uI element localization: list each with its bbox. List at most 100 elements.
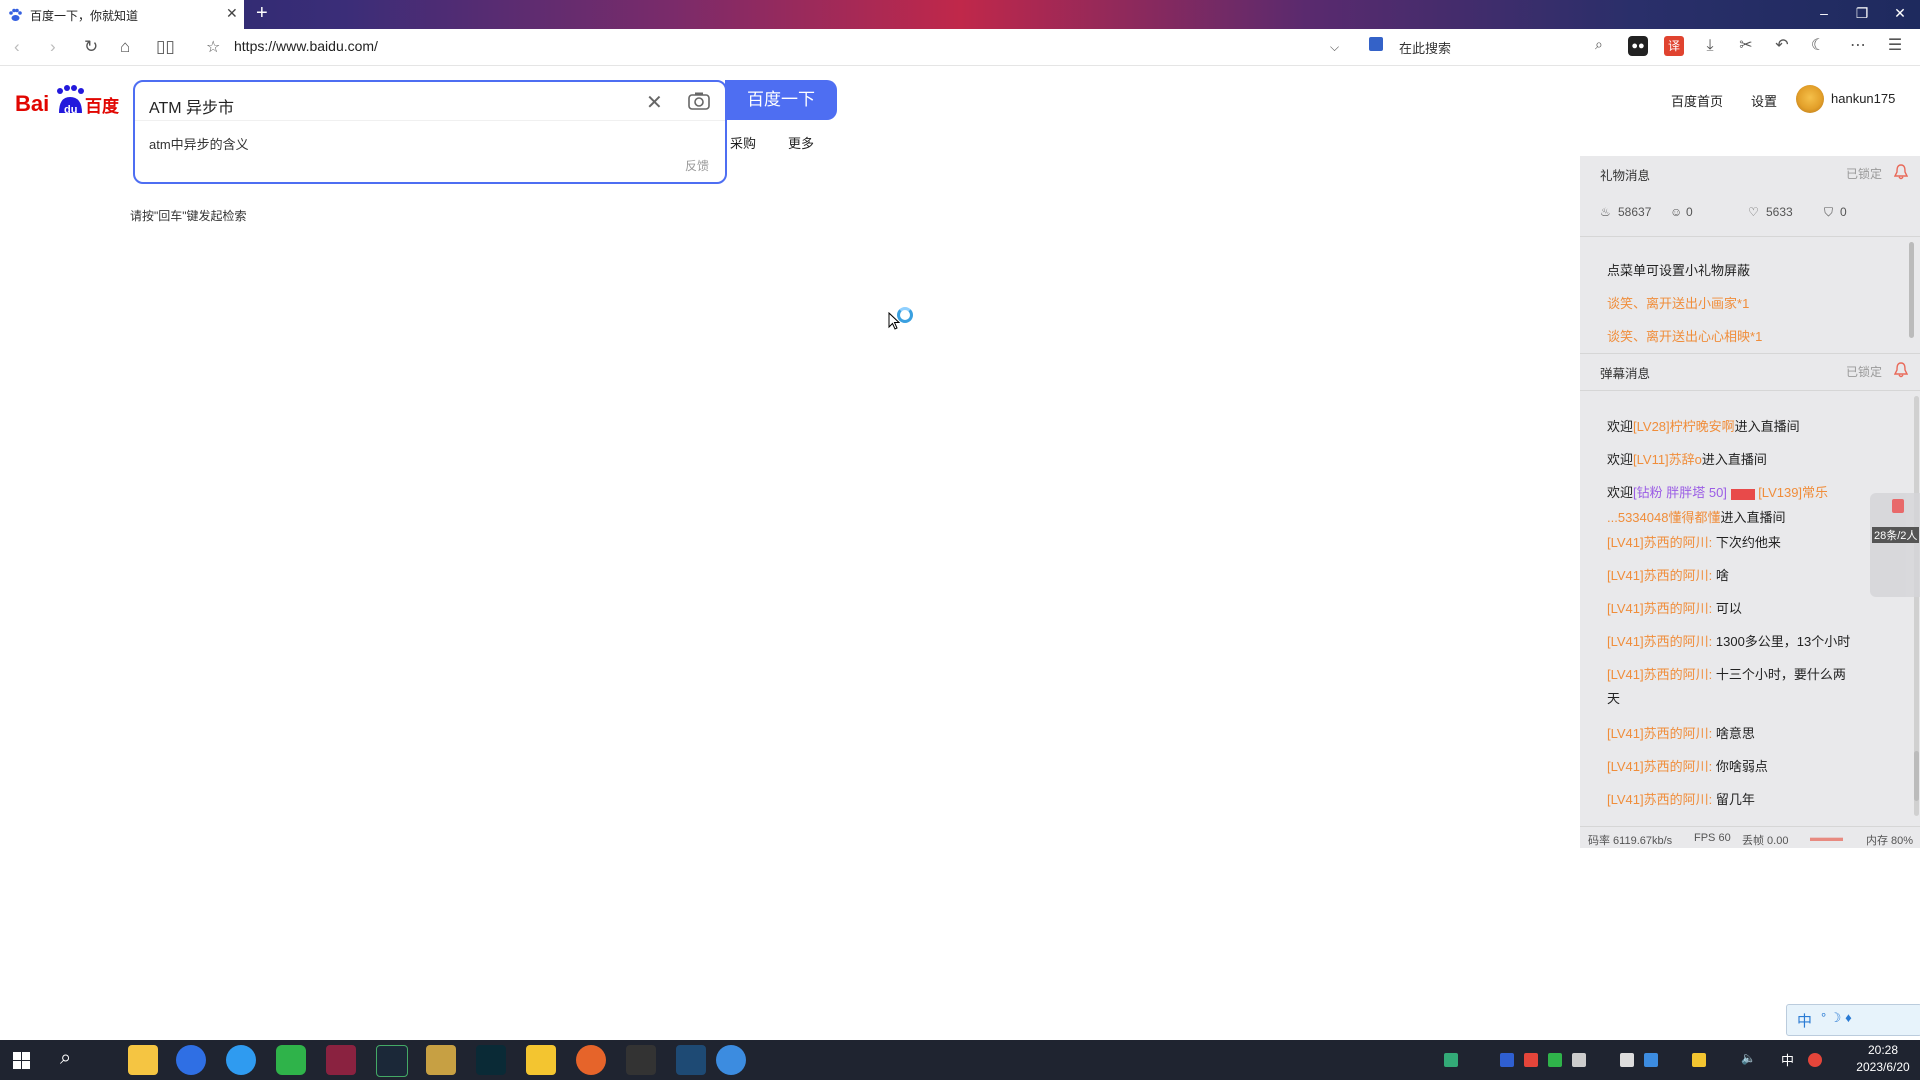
vip-badge: ▬▬ xyxy=(1730,489,1755,500)
tray-icon[interactable] xyxy=(1644,1053,1658,1067)
undo-icon[interactable]: ↶ xyxy=(1772,36,1792,56)
search-box[interactable]: ATM 异步市 ✕ atm中异步的含义 反馈 xyxy=(133,80,727,184)
chat-message: [LV41]苏西的阿川: 啥 xyxy=(1607,565,1729,584)
gift-mid: 送出 xyxy=(1672,296,1699,311)
reader-icon[interactable]: ▯▯ xyxy=(156,37,175,57)
minimize-icon[interactable]: – xyxy=(1814,5,1834,21)
baidu-home-link[interactable]: 百度首页 xyxy=(1671,91,1723,110)
chat-level: [LV41] xyxy=(1607,759,1644,774)
search-engine-icon[interactable] xyxy=(1369,37,1383,51)
favorite-star-icon[interactable]: ☆ xyxy=(206,37,220,57)
ime-indicator[interactable]: 中 xyxy=(1781,1050,1794,1069)
ime-mode-label[interactable]: 中 xyxy=(1797,1010,1812,1031)
nav-link-more[interactable]: 更多 xyxy=(788,133,814,152)
gift-message-text: 点菜单可设置小礼物屏蔽 xyxy=(1607,263,1751,278)
browser-app-icon[interactable] xyxy=(226,1045,256,1075)
translate-icon[interactable]: 译 xyxy=(1664,36,1684,56)
url-field[interactable]: https://www.baidu.com/ xyxy=(234,38,378,54)
forward-icon[interactable]: › xyxy=(50,37,56,57)
chat-text: 十三个小时，要什么两 xyxy=(1715,667,1846,682)
tab-close-icon[interactable]: ✕ xyxy=(226,5,238,22)
avatar[interactable] xyxy=(1796,85,1824,113)
baidu-logo[interactable]: Bai du 百度 xyxy=(15,83,119,119)
ime-toolbar[interactable]: 中 ° ☽ ♦ xyxy=(1786,1004,1920,1036)
gift-mid: 送出 xyxy=(1672,329,1699,344)
windows-start-icon[interactable] xyxy=(13,1052,30,1069)
game-icon[interactable] xyxy=(426,1045,456,1075)
gift-name: 心心相映*1 xyxy=(1698,329,1763,344)
tray-icon[interactable] xyxy=(1620,1053,1634,1067)
screenshot-icon[interactable]: ✂ xyxy=(1736,36,1756,56)
taskbar-search-icon[interactable]: ⌕ xyxy=(60,1047,71,1070)
clock[interactable]: 20:28 2023/6/20 xyxy=(1848,1042,1918,1076)
chat-user: 苏西的阿川: xyxy=(1643,759,1713,774)
suggestion-item[interactable]: atm中异步的含义 xyxy=(149,134,249,153)
nav-link-procurement[interactable]: 采购 xyxy=(730,133,756,152)
chat-scrollbar-thumb[interactable] xyxy=(1914,751,1919,801)
gift-name: 小画家*1 xyxy=(1698,296,1750,311)
close-window-icon[interactable]: ✕ xyxy=(1890,5,1910,22)
feedback-link[interactable]: 反馈 xyxy=(685,157,709,174)
bitrate: 码率 6119.67kb/s xyxy=(1588,835,1673,847)
more-icon[interactable]: ⋯ xyxy=(1848,36,1868,56)
search-button[interactable]: 百度一下 xyxy=(725,80,837,120)
tray-icon[interactable] xyxy=(1572,1053,1586,1067)
volume-icon[interactable]: 🔈 xyxy=(1741,1051,1756,1065)
app-face-icon[interactable] xyxy=(526,1045,556,1075)
tray-icon[interactable] xyxy=(1692,1053,1706,1067)
username[interactable]: hankun175 xyxy=(1831,91,1895,106)
clear-icon[interactable]: ✕ xyxy=(646,90,663,115)
tab-baidu[interactable]: 百度一下，你就知道 ✕ xyxy=(0,0,244,29)
app-k-icon[interactable] xyxy=(176,1045,206,1075)
league-icon[interactable] xyxy=(476,1045,506,1075)
download-icon[interactable]: ⤓ xyxy=(1700,36,1720,56)
reload-icon[interactable]: ↻ xyxy=(84,37,98,57)
live-chat-panel: 礼物消息 已锁定 ♨ 58637 ☺ 0 ♡ 5633 ⛉ 0 点菜单可设置小礼… xyxy=(1580,156,1920,848)
gift-lock-status[interactable]: 已锁定 xyxy=(1846,165,1882,182)
tray-icon[interactable] xyxy=(1524,1053,1538,1067)
tray-icon[interactable] xyxy=(1444,1053,1458,1067)
settings-link[interactable]: 设置 xyxy=(1751,91,1777,110)
tray-icon[interactable] xyxy=(1548,1053,1562,1067)
extension-icon[interactable]: ●● xyxy=(1628,36,1648,56)
address-bar: ‹ › ↻ ⌂ ▯▯ ☆ https://www.baidu.com/ ⌵ 在此… xyxy=(0,29,1920,66)
app-g-icon[interactable] xyxy=(626,1045,656,1075)
entry-name: ...5334048懂得都懂 xyxy=(1607,510,1721,525)
side-widget[interactable] xyxy=(1870,493,1920,597)
search-input[interactable]: ATM 异步市 xyxy=(149,94,234,118)
bell-icon[interactable] xyxy=(1894,164,1908,180)
stats-footer: 码率 6119.67kb/s FPS 60 丢帧 0.00 ▬▬▬ 内存 80% xyxy=(1580,826,1920,849)
mouse-cursor-icon xyxy=(888,312,900,330)
bell-icon[interactable] xyxy=(1894,362,1908,378)
steam-icon[interactable] xyxy=(376,1045,408,1077)
gift-scrollbar[interactable] xyxy=(1909,242,1914,338)
chat-level: [LV41] xyxy=(1607,792,1644,807)
game-icon[interactable] xyxy=(676,1045,706,1075)
search-icon[interactable]: ⌕ xyxy=(1595,36,1603,53)
camera-icon[interactable] xyxy=(688,92,710,110)
danmu-lock-status[interactable]: 已锁定 xyxy=(1846,363,1882,380)
tray-icon[interactable] xyxy=(1500,1053,1514,1067)
menu-icon[interactable]: ☰ xyxy=(1885,36,1905,56)
app-icon[interactable] xyxy=(576,1045,606,1075)
url-dropdown-icon[interactable]: ⌵ xyxy=(1330,40,1339,55)
active-browser-icon[interactable] xyxy=(716,1045,746,1075)
night-mode-icon[interactable]: ☾ xyxy=(1808,36,1828,56)
new-tab-icon[interactable]: + xyxy=(256,2,268,25)
chat-message: [LV41]苏西的阿川: 可以 xyxy=(1607,598,1742,617)
restore-icon[interactable]: ❐ xyxy=(1852,5,1872,22)
sogou-icon[interactable] xyxy=(1808,1053,1822,1067)
stat-likes: 5633 xyxy=(1766,205,1793,219)
chat-text: 你啥弱点 xyxy=(1715,759,1768,774)
ime-tools-icon[interactable]: ° ☽ ♦ xyxy=(1821,1010,1852,1026)
clock-date: 2023/6/20 xyxy=(1856,1060,1910,1074)
app-icon[interactable] xyxy=(326,1045,356,1075)
wechat-icon[interactable] xyxy=(276,1045,306,1075)
chat-text: 天 xyxy=(1607,691,1621,706)
chat-user: 苏西的阿川: xyxy=(1643,601,1713,616)
browser-search-box[interactable]: 在此搜索 ⌕ xyxy=(1365,35,1615,57)
file-explorer-icon[interactable] xyxy=(128,1045,158,1075)
back-icon[interactable]: ‹ xyxy=(14,37,20,57)
home-icon[interactable]: ⌂ xyxy=(120,37,130,57)
chat-message-cont: 天 xyxy=(1607,688,1620,707)
